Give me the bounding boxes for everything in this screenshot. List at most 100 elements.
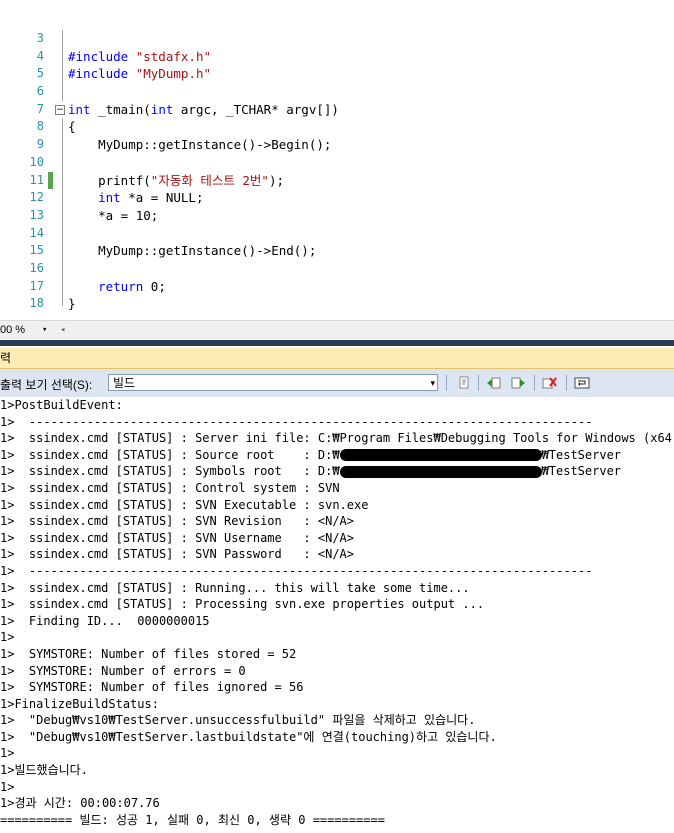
code-token: "stdafx.h": [135, 48, 211, 64]
output-line: 1> -------------------------------------…: [0, 414, 593, 429]
go-next-message-icon[interactable]: [510, 375, 526, 391]
code-token: int: [68, 101, 91, 117]
code-line[interactable]: 8{: [0, 118, 674, 137]
output-line: 1> ssindex.cmd [STATUS] : Server ini fil…: [0, 431, 674, 446]
code-line[interactable]: 9 MyDump::getInstance()->Begin();: [0, 136, 674, 154]
gutter: [48, 206, 53, 225]
outline-line: [62, 153, 63, 172]
code-line[interactable]: 18}: [0, 295, 674, 313]
code-token: MyDump::getInstance()->Begin();: [68, 137, 332, 153]
output-panel-title: 력: [0, 348, 674, 369]
editor-top-margin: [0, 0, 674, 30]
gutter: [48, 189, 53, 207]
gutter: [48, 153, 53, 172]
code-text: {: [68, 118, 76, 136]
panel-splitter[interactable]: [0, 340, 674, 346]
code-text: return 0;: [68, 278, 166, 296]
gutter: [48, 242, 53, 260]
zoom-level[interactable]: 00 %: [0, 322, 25, 338]
output-line: 1>: [0, 779, 15, 794]
line-number: 7: [36, 101, 44, 116]
code-line[interactable]: 11 printf("자동화 테스트 2번");: [0, 171, 674, 190]
code-line[interactable]: 5 #include "MyDump.h": [0, 65, 674, 84]
output-line: 1> ssindex.cmd [STATUS] : SVN Executable…: [0, 497, 369, 512]
outline-line: [62, 295, 63, 306]
change-marker: [48, 171, 53, 190]
code-line[interactable]: 6: [0, 83, 674, 101]
output-line: 1> ssindex.cmd [STATUS] : Running... thi…: [0, 580, 470, 595]
code-text: #include "stdafx.h": [68, 48, 211, 66]
output-line: 1>경과 시간: 00:00:07.76: [0, 796, 160, 811]
output-text: ₩TestServer: [541, 464, 622, 479]
outline-line: [62, 30, 63, 48]
line-number: 3: [36, 31, 44, 45]
output-text: ₩TestServer: [541, 447, 622, 462]
code-token: {: [68, 119, 76, 135]
output-line: 1>FinalizeBuildStatus:: [0, 696, 159, 711]
code-line[interactable]: 16: [0, 259, 674, 278]
output-text-area[interactable]: 1>PostBuildEvent: 1> --------------------…: [0, 397, 674, 833]
collapse-icon[interactable]: −: [55, 104, 65, 115]
output-line: 1> SYMSTORE: Number of files stored = 52: [0, 646, 297, 661]
line-number: 10: [29, 154, 44, 169]
redacted-text: [339, 449, 542, 462]
code-line[interactable]: 4 #include "stdafx.h": [0, 47, 674, 66]
toolbar-separator: [446, 375, 447, 391]
outline-line: [62, 65, 63, 84]
code-token: return: [98, 278, 144, 294]
output-panel-title-label: 력: [0, 351, 12, 365]
chevron-down-icon[interactable]: ▾: [430, 375, 435, 392]
code-text: printf("자동화 테스트 2번");: [68, 172, 284, 190]
code-text: *a = 10;: [68, 207, 158, 225]
code-editor[interactable]: 3 4 #include "stdafx.h" 5 #include "MyDump.h…: [0, 0, 674, 318]
output-line: 1> ssindex.cmd [STATUS] : Control system…: [0, 480, 340, 495]
line-number: 15: [29, 243, 44, 258]
code-line[interactable]: 15 MyDump::getInstance()->End();: [0, 242, 674, 260]
zoom-dropdown-icon[interactable]: ▾: [42, 322, 47, 338]
toolbar-separator: [534, 375, 535, 391]
gutter: [48, 100, 53, 119]
output-line: 1> ssindex.cmd [STATUS] : Source root : …: [0, 447, 674, 464]
gutter: [48, 277, 53, 296]
output-lines: 1>PostBuildEvent: 1> --------------------…: [0, 397, 674, 828]
code-token: }: [68, 296, 76, 312]
go-prev-message-icon[interactable]: [486, 375, 502, 391]
code-line[interactable]: 17 return 0;: [0, 277, 674, 296]
scroll-left-icon[interactable]: ◂: [60, 322, 65, 338]
output-source-value: 빌드: [113, 376, 136, 390]
code-line[interactable]: 14: [0, 224, 674, 243]
code-token: "자동화 테스트 2번": [150, 172, 269, 188]
output-toolbar: 출력 보기 선택(S): 빌드 ▾: [0, 369, 674, 397]
code-text: }: [68, 295, 76, 313]
output-line: ========== 빌드: 성공 1, 실패 0, 최신 0, 생략 0 ==…: [0, 812, 385, 827]
code-token: MyDump::getInstance()->End();: [68, 243, 317, 259]
output-line: 1> -------------------------------------…: [0, 563, 593, 578]
code-token: );: [268, 172, 284, 188]
code-text: MyDump::getInstance()->End();: [68, 242, 316, 260]
line-number: 17: [29, 278, 44, 293]
line-number: 4: [36, 48, 44, 63]
gutter: [48, 47, 53, 66]
find-message-icon[interactable]: [456, 375, 472, 391]
code-token: #include: [68, 48, 136, 64]
code-line[interactable]: 12 int *a = NULL;: [0, 189, 674, 207]
code-line[interactable]: 10: [0, 153, 674, 172]
output-line: 1> Finding ID... 0000000015: [0, 613, 210, 628]
code-line[interactable]: 3: [0, 30, 674, 48]
toggle-word-wrap-icon[interactable]: [574, 375, 590, 391]
toolbar-separator: [566, 375, 567, 391]
gutter: [48, 30, 53, 48]
outline-line: [62, 189, 63, 207]
code-line[interactable]: 7− int _tmain(int argc, _TCHAR* argv[]): [0, 100, 674, 119]
output-line: 1> ssindex.cmd [STATUS] : Symbols root :…: [0, 463, 674, 480]
output-line: 1> ssindex.cmd [STATUS] : SVN Username :…: [0, 530, 355, 545]
clear-all-icon[interactable]: [542, 375, 558, 391]
output-source-select[interactable]: 빌드 ▾: [108, 374, 438, 391]
outline-line: [62, 171, 63, 190]
code-line[interactable]: 13 *a = 10;: [0, 206, 674, 225]
outline-line: [62, 242, 63, 260]
output-text: 1> ssindex.cmd [STATUS] : Source root : …: [0, 447, 340, 462]
outline-line: [62, 206, 63, 225]
